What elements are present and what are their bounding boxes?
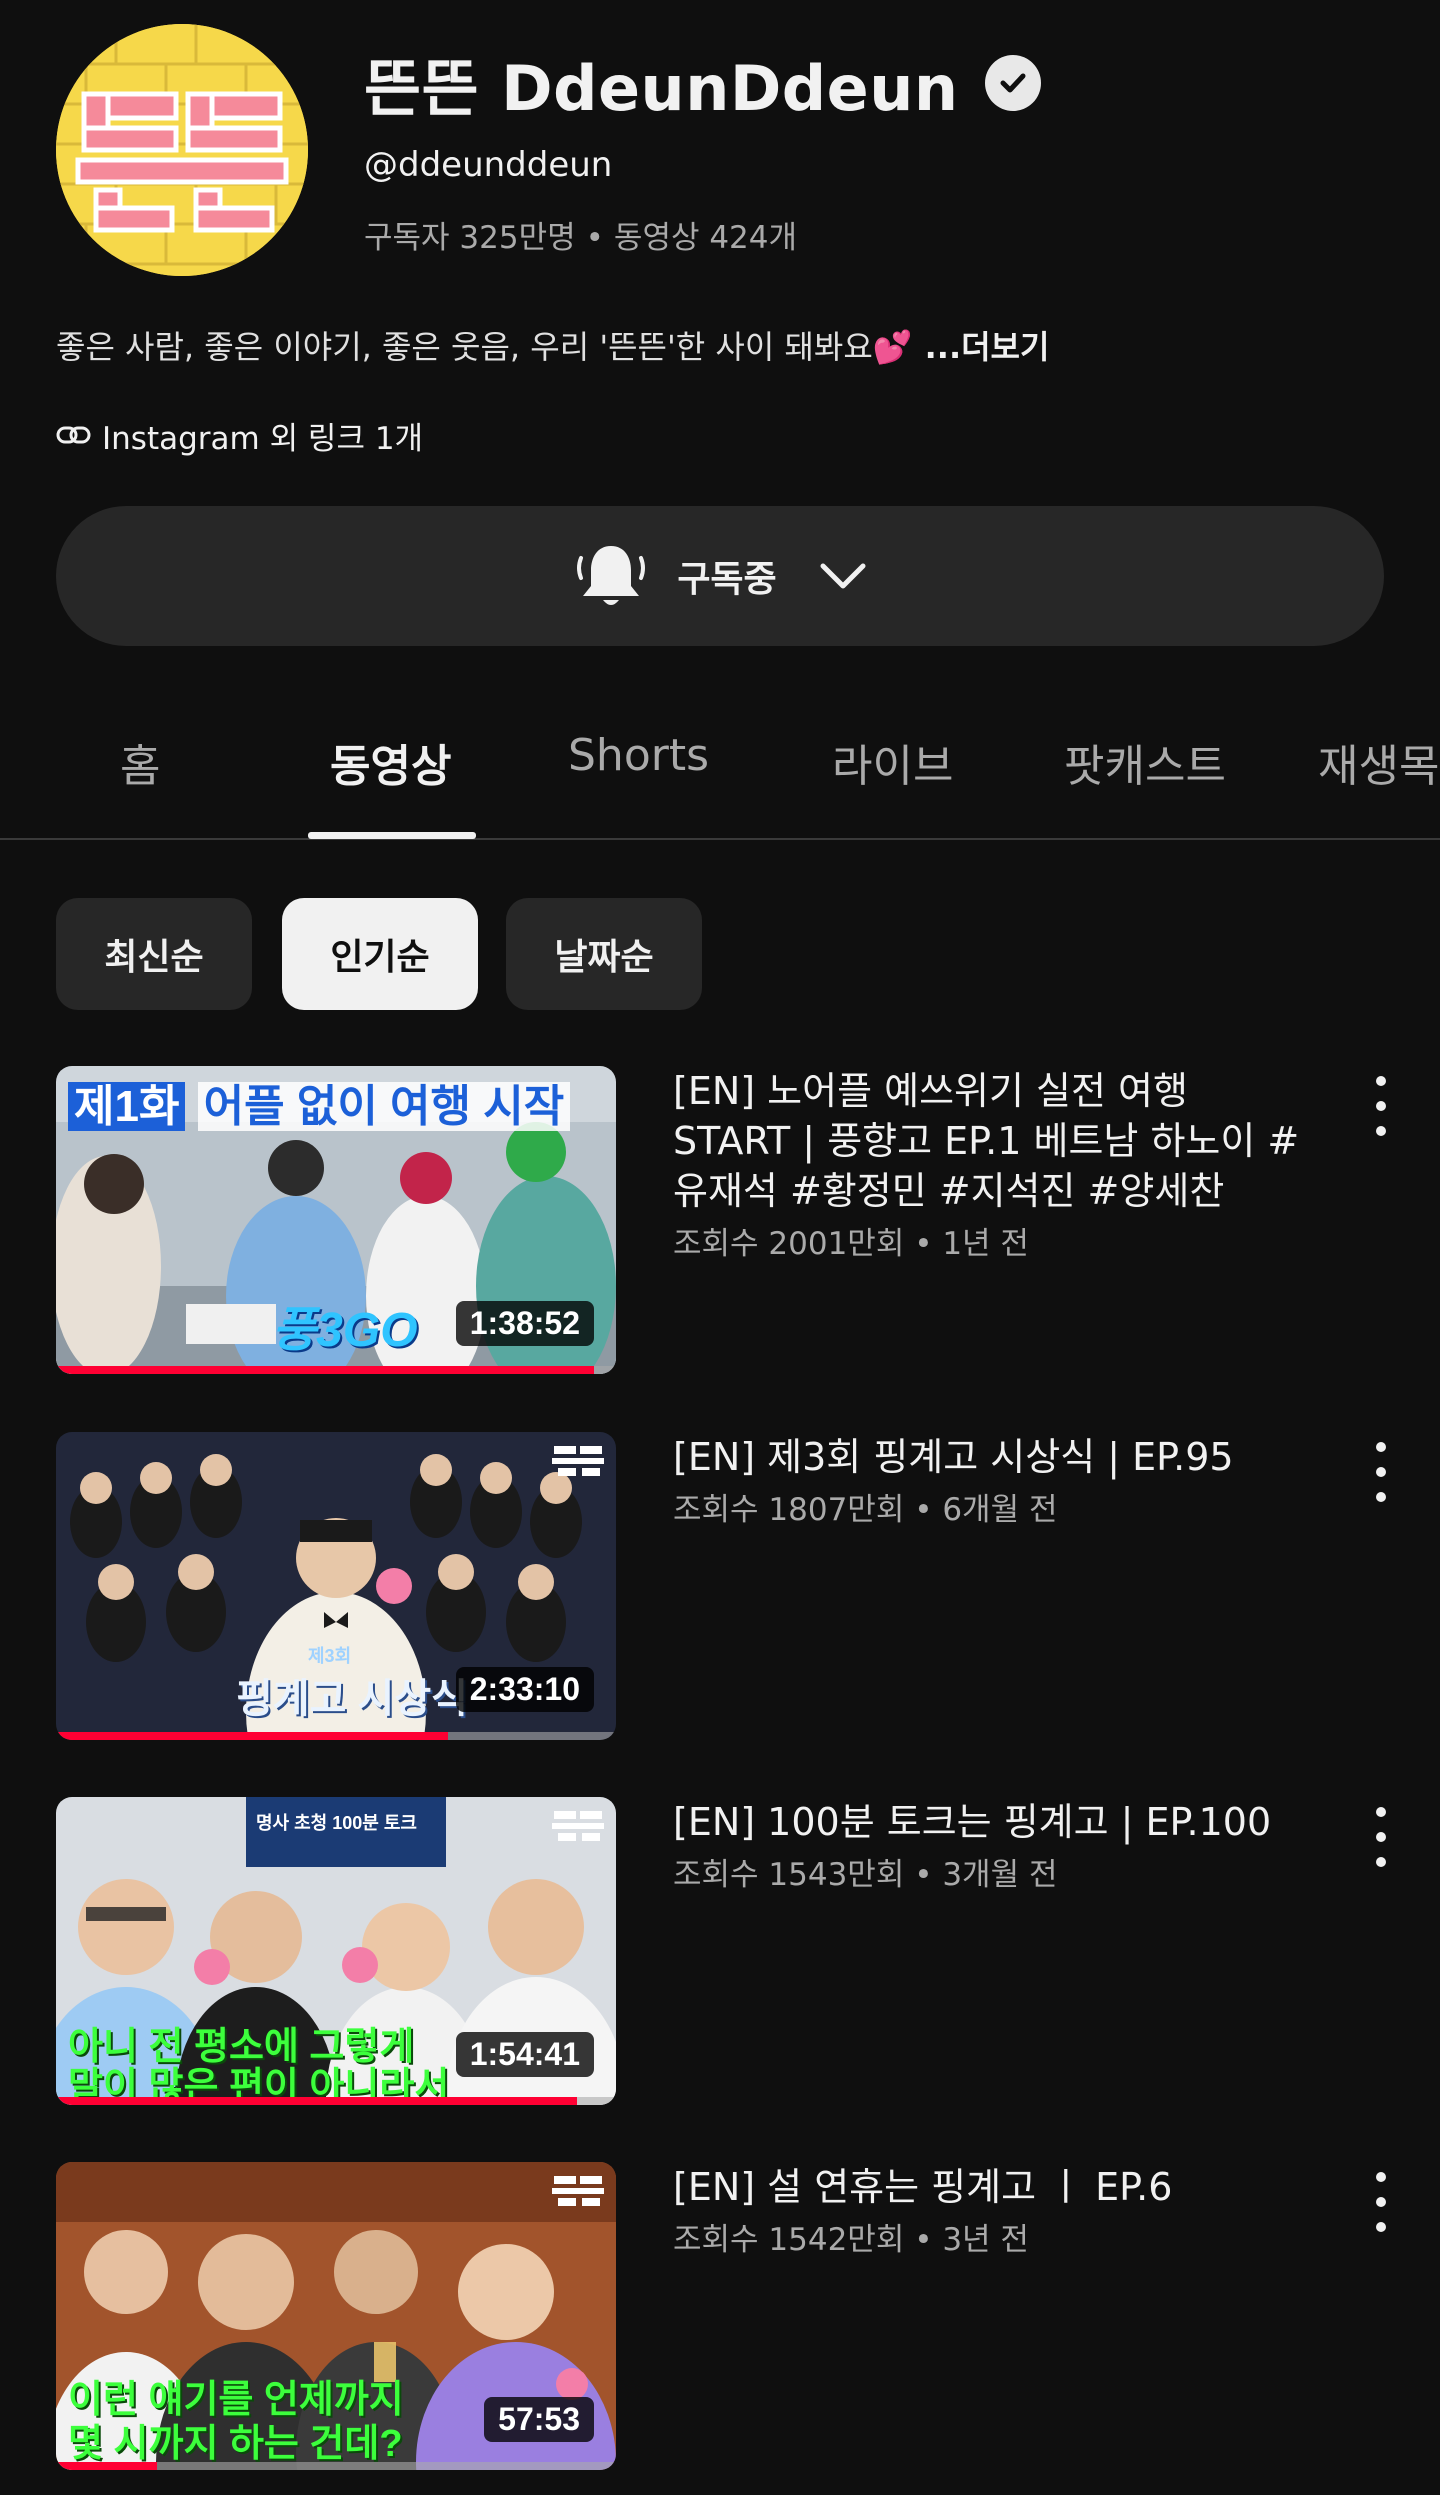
sort-chip-oldest[interactable]: 날짜순	[506, 898, 702, 1010]
tab-playlists[interactable]: 재생목록	[1318, 730, 1440, 794]
video-duration: 2:33:10	[455, 1667, 594, 1712]
video-meta: 조회수 1543만회 • 3개월 전	[673, 1857, 1058, 1893]
tab-playlists-clip: 재생목록	[1318, 690, 1440, 838]
thumb-headline-subtitle: 어플 없이 여행 시작	[197, 1082, 571, 1131]
active-tab-indicator	[308, 832, 476, 839]
subscribed-label: 구독중	[677, 559, 777, 600]
thumb-caption: 핑계고 시상식	[236, 1677, 468, 1721]
video-title[interactable]: [EN] 노어플 예쓰위기 실전 여행 START | 풍향고 EP.1 베트남…	[673, 1066, 1313, 1216]
watch-progress	[56, 2097, 616, 2105]
bell-icon	[571, 536, 651, 616]
tab-home[interactable]: 홈	[120, 730, 160, 794]
watch-progress-fill	[56, 1732, 448, 1740]
channel-title-row: 뜬뜬 DdeunDdeun	[364, 38, 1041, 128]
video-meta: 조회수 1807만회 • 6개월 전	[673, 1492, 1058, 1528]
more-options-icon[interactable]	[1366, 1807, 1396, 1867]
channel-links[interactable]: Instagram 외 링크 1개	[56, 413, 423, 458]
channel-watermark	[550, 2172, 606, 2212]
watch-progress	[56, 2462, 616, 2470]
tab-live[interactable]: 라이브	[832, 730, 953, 794]
thumb-headline: 제1화 어플 없이 여행 시작	[68, 1070, 571, 1134]
video-title[interactable]: [EN] 제3회 핑계고 시상식 | EP.95	[673, 1432, 1313, 1482]
tab-shorts[interactable]: Shorts	[568, 730, 709, 781]
watch-progress	[56, 1732, 616, 1740]
watch-progress-fill	[56, 2097, 577, 2105]
sort-chip-latest[interactable]: 최신순	[56, 898, 252, 1010]
sort-chip-popular[interactable]: 인기순	[282, 898, 478, 1010]
thumb-banner: 명사 초청 100분 토크	[256, 1813, 417, 1833]
subscriber-count: 구독자 325만명	[364, 220, 576, 256]
tab-videos[interactable]: 동영상	[330, 730, 451, 794]
tab-podcasts[interactable]: 팟캐스트	[1064, 730, 1226, 794]
channel-tabs: 홈 동영상 Shorts 라이브 팟캐스트 재생목록	[0, 690, 1440, 840]
video-title[interactable]: [EN] 100분 토크는 핑계고 | EP.100	[673, 1797, 1313, 1847]
video-duration: 57:53	[484, 2397, 594, 2442]
video-title[interactable]: [EN] 설 연휴는 핑계고 ㅣ EP.6	[673, 2162, 1313, 2212]
thumb-headline-episode: 제1화	[68, 1082, 186, 1131]
more-options-icon[interactable]	[1366, 2172, 1396, 2232]
more-options-icon[interactable]	[1366, 1076, 1396, 1136]
video-duration: 1:54:41	[455, 2032, 594, 2077]
watch-progress-fill	[56, 1366, 594, 1374]
link-icon	[56, 424, 92, 448]
thumb-caption-line2: 몇 시까지 하는 건데?	[68, 2423, 403, 2465]
subscribed-button[interactable]: 구독중	[56, 506, 1384, 646]
stats-separator: •	[585, 220, 604, 256]
channel-description[interactable]: 좋은 사람, 좋은 이야기, 좋은 웃음, 우리 '뜬뜬'한 사이 돼봐요💕..…	[56, 322, 1049, 368]
video-thumbnail[interactable]: 이런 얘기를 언제까지 몇 시까지 하는 건데? 57:53	[56, 2162, 616, 2470]
links-label: Instagram 외 링크 1개	[102, 421, 424, 457]
channel-avatar[interactable]	[56, 24, 308, 276]
chevron-down-icon	[817, 558, 869, 594]
video-meta: 조회수 2001만회 • 1년 전	[673, 1226, 1029, 1262]
description-text: 좋은 사람, 좋은 이야기, 좋은 웃음, 우리 '뜬뜬'한 사이 돼봐요💕	[56, 328, 913, 366]
video-thumbnail[interactable]: 제1화 어플 없이 여행 시작 풍3GO 1:38:52	[56, 1066, 616, 1374]
verified-check-icon	[984, 55, 1041, 111]
watch-progress	[56, 1366, 616, 1374]
video-duration: 1:38:52	[455, 1301, 594, 1346]
video-item[interactable]: 이런 얘기를 언제까지 몇 시까지 하는 건데? 57:53 [EN] 설 연휴…	[56, 2162, 1396, 2472]
video-item[interactable]: 제1화 어플 없이 여행 시작 풍3GO 1:38:52 [EN] 노어플 예쓰…	[56, 1066, 1396, 1376]
video-meta: 조회수 1542만회 • 3년 전	[673, 2222, 1029, 2258]
thumb-logo: 풍3GO	[272, 1304, 418, 1357]
video-count: 동영상 424개	[613, 220, 798, 256]
channel-stats: 구독자 325만명 • 동영상 424개	[364, 212, 797, 257]
more-options-icon[interactable]	[1366, 1442, 1396, 1502]
channel-name: 뜬뜬 DdeunDdeun	[364, 52, 959, 125]
video-item[interactable]: 제3회 핑계고 시상식 2:33:10 [EN] 제3회 핑계고 시상식 | E…	[56, 1432, 1396, 1742]
video-item[interactable]: 명사 초청 100분 토크 아니 전 평소에 그렇게 말이 많은 편이 아니라서…	[56, 1797, 1396, 2107]
video-thumbnail[interactable]: 명사 초청 100분 토크 아니 전 평소에 그렇게 말이 많은 편이 아니라서…	[56, 1797, 616, 2105]
more-link[interactable]: ...더보기	[925, 328, 1050, 366]
channel-handle: @ddeunddeun	[364, 145, 613, 185]
watch-progress-fill	[56, 2462, 157, 2470]
video-thumbnail[interactable]: 제3회 핑계고 시상식 2:33:10	[56, 1432, 616, 1740]
channel-watermark	[550, 1442, 606, 1482]
channel-watermark	[550, 1807, 606, 1847]
thumb-caption-small: 제3회	[308, 1646, 352, 1666]
